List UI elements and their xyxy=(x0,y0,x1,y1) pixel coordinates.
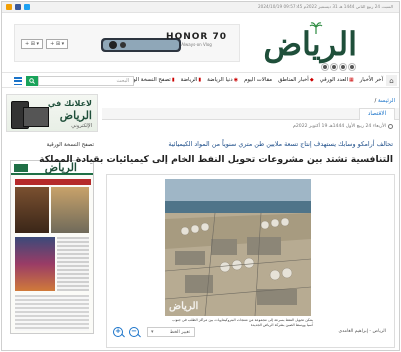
refinery-photo[interactable]: الرياض xyxy=(165,179,311,316)
rss-icon[interactable] xyxy=(6,4,12,10)
print-edition-title: تصفح النسخة الورقية xyxy=(46,142,94,148)
photo-caption: يمكن تحويل النفط بسرعة إلى مجموعة من منت… xyxy=(172,318,313,327)
edition-dot[interactable] xyxy=(331,64,337,70)
ad-select-2[interactable]: + ⊞ ▾ xyxy=(46,39,69,49)
ad-brand: HONOR 70 Always-on Vlog xyxy=(166,32,227,47)
search-placeholder: البحث xyxy=(116,78,129,84)
page-frame: السبت 24 ربيع الثاني 1444 هـ 31 ديسمبر 2… xyxy=(1,1,400,351)
site-logo[interactable]: الرياض xyxy=(263,22,357,62)
main-nav: ⌂ آخر الأخبار ▦ العدد الورقي ◆ أخبار المنا… xyxy=(2,72,399,88)
location-icon: ◆ xyxy=(309,77,314,83)
edition-dot[interactable] xyxy=(340,64,346,70)
breadcrumb-home[interactable]: الرئيسة xyxy=(378,98,395,104)
article-date: الأربعاء 24 ربيع الأول 1444هـ 19 أكتوبر … xyxy=(293,124,393,129)
article-date-text: الأربعاء 24 ربيع الأول 1444هـ 19 أكتوبر … xyxy=(293,124,386,129)
font-size-select[interactable]: تغيير الخط ▾ xyxy=(147,327,195,337)
palm-emblem-icon xyxy=(309,22,323,34)
print-edition-thumbnail[interactable]: الرياض xyxy=(10,160,94,334)
search-icon xyxy=(29,78,35,84)
hamburger-menu-icon[interactable] xyxy=(14,77,22,85)
laptop-image xyxy=(23,107,49,127)
sidebar: لاعلانك في الرياض الإلكتروني تصفح النسخة… xyxy=(4,92,98,350)
top-strip: السبت 24 ربيع الثاني 1444 هـ 31 ديسمبر 2… xyxy=(2,2,399,13)
ad-selectors: + ⊞ ▾ + ⊞ ▾ xyxy=(21,39,69,49)
search-input[interactable]: البحث xyxy=(38,76,134,86)
article-headline: التنافسية تشتد بين مشروعات تحويل النفط ا… xyxy=(39,154,393,165)
edition-dot[interactable] xyxy=(349,64,355,70)
nav-item-regions[interactable]: ◆ أخبار المناطق xyxy=(278,77,314,83)
search-button[interactable] xyxy=(26,76,38,86)
sports-icon: ▮ xyxy=(198,77,202,83)
nav-item-sports[interactable]: ▮ الرياضة xyxy=(181,77,202,83)
globe-icon: ◉ xyxy=(233,77,239,83)
nav-item-sports-world[interactable]: ◉ دنيا الرياضة xyxy=(207,77,238,83)
nav-item-latest[interactable]: آخر الأخبار xyxy=(360,77,383,83)
twitter-icon[interactable] xyxy=(24,4,30,10)
ad-brand-sub: Always-on Vlog xyxy=(181,42,212,47)
article-subtitle: تحالف أرامكو وسابك يستهدف إنتاج تسعة ملا… xyxy=(168,140,393,148)
nav-list: آخر الأخبار ▦ العدد الورقي ◆ أخبار المناطق… xyxy=(123,77,383,83)
article-image-viewer: الرياض يمكن تحويل النفط بسرعة إلى مجموعة… xyxy=(106,174,395,348)
nav-item-articles[interactable]: مقالات اليوم xyxy=(244,77,272,83)
facebook-icon[interactable] xyxy=(15,4,21,10)
pdf-icon: ▮ xyxy=(171,77,175,83)
nav-item-print-issue[interactable]: ▦ العدد الورقي xyxy=(320,77,354,83)
sidebar-ad-line2: الرياض xyxy=(59,109,92,122)
tab-economy[interactable]: الاقتصاد xyxy=(358,108,395,120)
zoom-in-icon[interactable]: + xyxy=(113,327,123,337)
sidebar-ad-line1: لاعلانك في xyxy=(47,99,92,108)
breadcrumb: الرئيسة / xyxy=(374,98,395,104)
aerial-refinery-image xyxy=(165,179,311,316)
header-ad-banner[interactable]: + ⊞ ▾ + ⊞ ▾ HONOR 70 Always-on Vlog xyxy=(14,24,240,62)
ad-select-1[interactable]: + ⊞ ▾ xyxy=(21,39,44,49)
newspaper-icon: ▦ xyxy=(348,77,354,83)
top-date: السبت 24 ربيع الثاني 1444 هـ 31 ديسمبر 2… xyxy=(257,4,393,9)
article-author: الرياض - إبراهيم الغامدي xyxy=(338,329,386,334)
sidebar-ad-line3: الإلكتروني xyxy=(71,123,92,129)
edition-dot[interactable] xyxy=(322,64,328,70)
section-tabs: الاقتصاد xyxy=(102,108,399,120)
clock-icon xyxy=(388,124,393,129)
font-size-select-value: تغيير الخط xyxy=(169,330,190,335)
edition-dots xyxy=(322,64,355,70)
home-icon[interactable]: ⌂ xyxy=(386,75,397,86)
social-links xyxy=(6,4,30,10)
chevron-down-icon: ▾ xyxy=(151,329,154,335)
sidebar-ad[interactable]: لاعلانك في الرياض الإلكتروني xyxy=(6,94,98,132)
ad-brand-name: HONOR 70 xyxy=(166,32,227,42)
article-main: الرئيسة / الاقتصاد الأربعاء 24 ربيع الأو… xyxy=(39,92,399,350)
photo-watermark: الرياض xyxy=(169,301,199,312)
zoom-out-icon[interactable]: − xyxy=(129,327,139,337)
